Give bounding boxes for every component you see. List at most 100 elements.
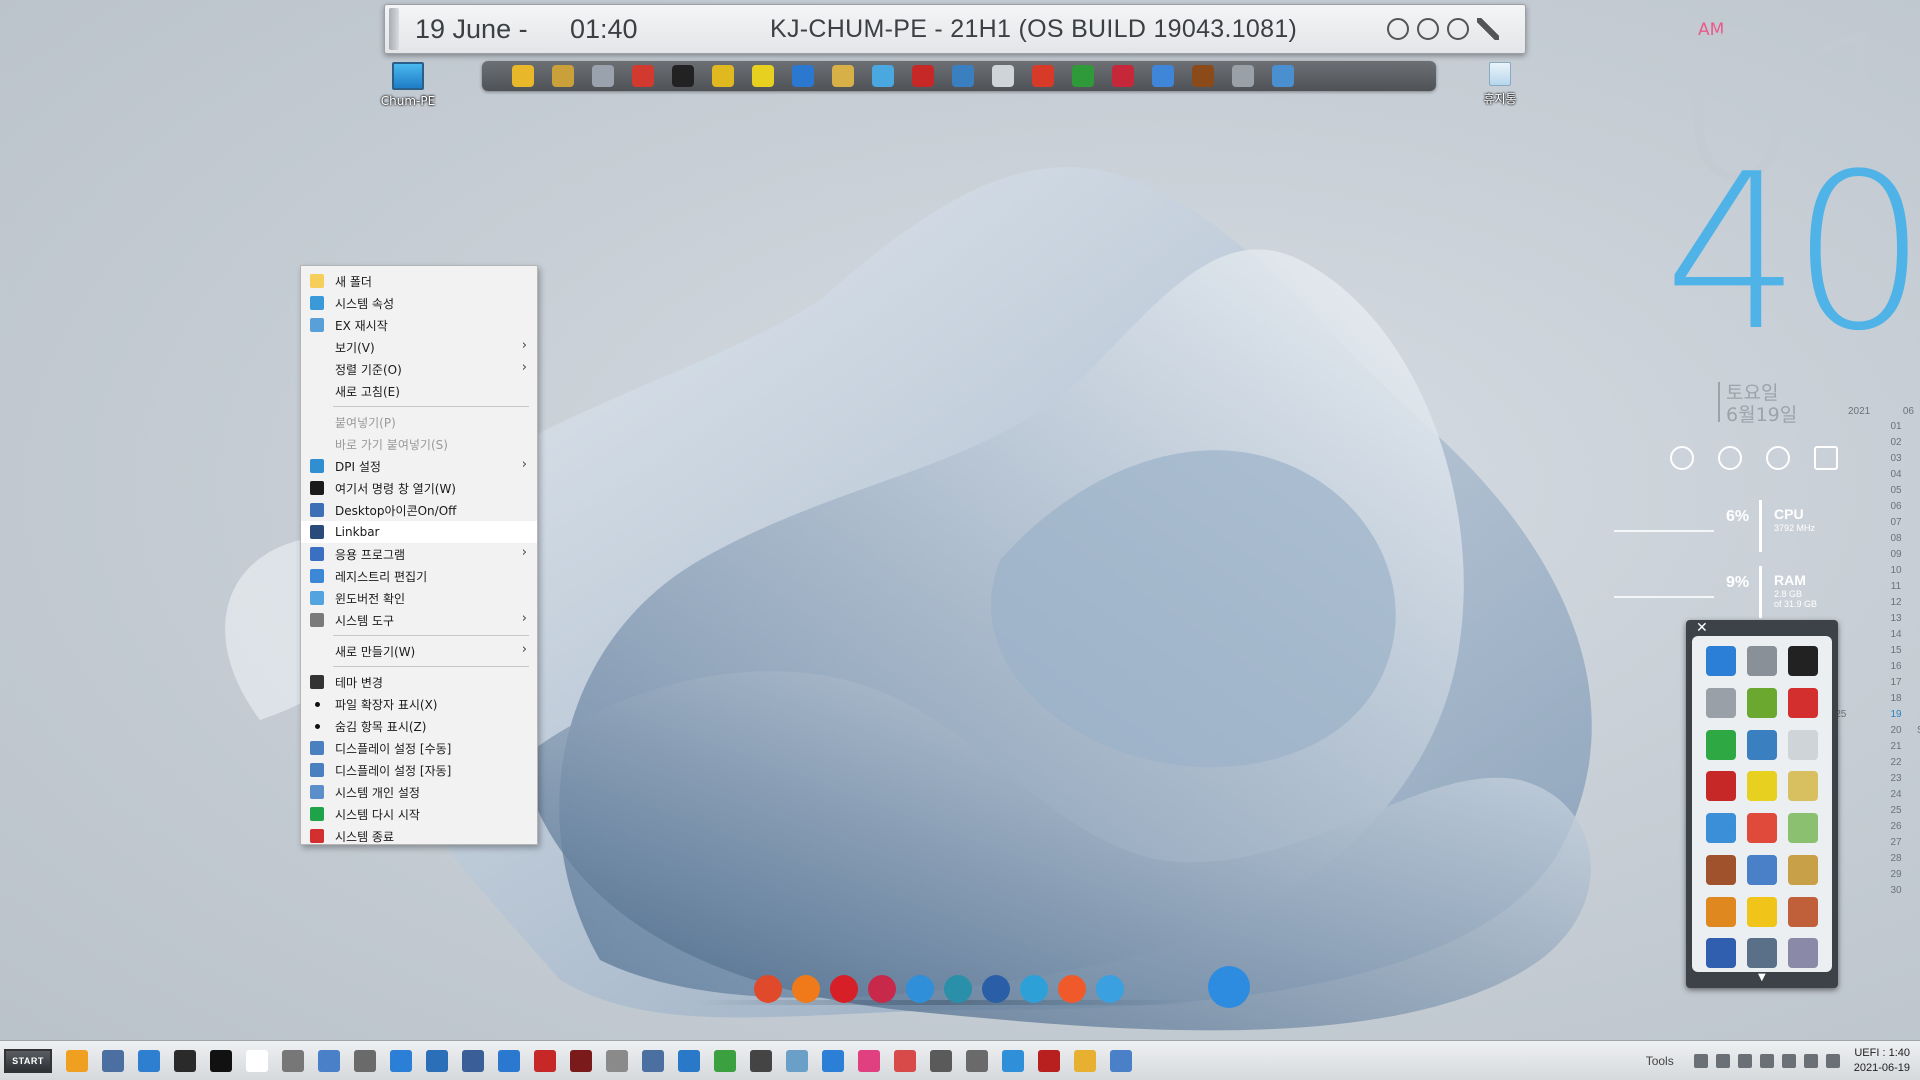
context-menu-item[interactable]: 테마 변경 [301, 671, 537, 693]
calendar-day[interactable]: 07 [1842, 517, 1920, 533]
quick-launch-app-icon[interactable] [792, 65, 814, 87]
context-menu-item[interactable]: 정렬 기준(O) › [301, 358, 537, 380]
context-menu-item[interactable]: Linkbar [301, 521, 537, 543]
info-icon[interactable] [1387, 18, 1409, 40]
taskbar-app-icon[interactable] [246, 1049, 268, 1072]
taskbar-app-icon[interactable] [390, 1049, 412, 1072]
calendar-day[interactable]: 22 [1842, 757, 1920, 773]
tray-app-icon[interactable] [1715, 1054, 1730, 1068]
quick-launch-app-icon[interactable] [1072, 65, 1094, 87]
restart-icon[interactable] [1417, 18, 1439, 40]
quick-launch-app-icon[interactable] [872, 65, 894, 87]
taskbar-app-icon[interactable] [606, 1049, 628, 1072]
tray-ime-icon[interactable] [1825, 1054, 1840, 1068]
launcher-app-icon[interactable] [1788, 938, 1818, 969]
calendar-day[interactable]: 01 [1842, 421, 1920, 437]
calendar-day[interactable]: 30 [1842, 885, 1920, 901]
launcher-app-icon[interactable] [1788, 854, 1818, 885]
calendar-day[interactable]: 25 [1842, 805, 1920, 821]
taskbar-app-icon[interactable] [66, 1049, 88, 1072]
context-menu-item[interactable]: 숨김 항목 표시(Z) [301, 715, 537, 737]
taskbar-app-icon[interactable] [138, 1049, 160, 1072]
quick-launch-app-icon[interactable] [672, 65, 694, 87]
taskbar-app-icon[interactable] [174, 1049, 196, 1072]
context-menu-item[interactable]: Desktop아이콘On/Off [301, 499, 537, 521]
calendar-day[interactable]: 20 [1842, 725, 1920, 741]
context-menu-item[interactable]: 레지스트리 편집기 [301, 565, 537, 587]
calendar-day[interactable]: 05 [1842, 485, 1920, 501]
lock-icon[interactable] [1814, 446, 1838, 470]
dock-app-icon[interactable] [1058, 975, 1086, 1003]
calendar-day[interactable]: 28 [1842, 853, 1920, 869]
tray-volume-icon[interactable] [1803, 1054, 1818, 1068]
calendar-day[interactable]: 29 [1842, 869, 1920, 885]
quick-launch-app-icon[interactable] [592, 65, 614, 87]
quick-launch-app-icon[interactable] [632, 65, 654, 87]
context-menu-item[interactable]: 새로 만들기(W) › [301, 640, 537, 662]
quick-launch-app-icon[interactable] [1152, 65, 1174, 87]
power-icon[interactable] [1670, 446, 1694, 470]
desktop-icon-recycle-bin[interactable]: 휴지통 [1460, 62, 1540, 107]
calendar-day[interactable]: 13 [1842, 613, 1920, 629]
dock-app-icon[interactable] [1096, 975, 1124, 1003]
calendar-day[interactable]: 16 [1842, 661, 1920, 677]
taskbar-app-icon[interactable] [642, 1049, 664, 1072]
calendar-day[interactable]: 23 [1842, 773, 1920, 789]
drag-grip[interactable] [389, 8, 399, 50]
taskbar-app-icon[interactable] [570, 1049, 592, 1072]
context-menu-item[interactable]: 시스템 종료 [301, 825, 537, 847]
taskbar-app-icon[interactable] [786, 1049, 808, 1072]
taskbar-app-icon[interactable] [282, 1049, 304, 1072]
context-menu-item[interactable]: 시스템 도구 › [301, 609, 537, 631]
launcher-app-icon[interactable] [1706, 938, 1736, 969]
calendar-day[interactable]: 17 [1842, 677, 1920, 693]
dock-app-icon[interactable] [830, 975, 858, 1003]
calendar-day[interactable]: 14 [1842, 629, 1920, 645]
tray-network-icon[interactable] [1693, 1054, 1708, 1068]
calendar-day[interactable]: 27 [1842, 837, 1920, 853]
calendar-day[interactable]: 02 [1842, 437, 1920, 453]
chevron-down-icon[interactable]: ▼ [1758, 972, 1766, 983]
power-icon[interactable] [1447, 18, 1469, 40]
launcher-app-icon[interactable] [1706, 771, 1736, 802]
taskbar-app-icon[interactable] [1074, 1049, 1096, 1072]
calendar-day[interactable]: 26 [1842, 821, 1920, 837]
quick-launch-app-icon[interactable] [552, 65, 574, 87]
taskbar-app-icon[interactable] [462, 1049, 484, 1072]
context-menu-item[interactable]: 새 폴더 [301, 270, 537, 292]
dock-app-icon[interactable] [982, 975, 1010, 1003]
taskbar-app-icon[interactable] [714, 1049, 736, 1072]
dock-app-icon[interactable] [906, 975, 934, 1003]
context-menu-item[interactable]: 시스템 개인 설정 [301, 781, 537, 803]
launcher-app-icon[interactable] [1747, 687, 1777, 718]
taskbar-app-icon[interactable] [678, 1049, 700, 1072]
quick-launch-app-icon[interactable] [712, 65, 734, 87]
calendar-day[interactable]: 03 [1842, 453, 1920, 469]
launcher-app-icon[interactable] [1706, 646, 1736, 676]
calendar-day[interactable]: 12 [1842, 597, 1920, 613]
launcher-app-icon[interactable] [1747, 771, 1777, 802]
launcher-app-icon[interactable] [1747, 729, 1777, 760]
dock-app-icon[interactable] [944, 975, 972, 1003]
quick-launch-app-icon[interactable] [992, 65, 1014, 87]
launcher-app-icon[interactable] [1706, 729, 1736, 760]
wrench-icon[interactable] [1477, 18, 1499, 40]
launcher-app-icon[interactable] [1747, 938, 1777, 969]
launcher-app-icon[interactable] [1788, 813, 1818, 843]
taskbar-app-icon[interactable] [966, 1049, 988, 1072]
dock-blue-circle[interactable] [1208, 966, 1250, 1008]
info-icon[interactable] [1766, 446, 1790, 470]
launcher-app-icon[interactable] [1788, 687, 1818, 718]
quick-launch-app-icon[interactable] [1032, 65, 1054, 87]
context-menu-item[interactable]: 윈도버전 확인 [301, 587, 537, 609]
tray-app-icon[interactable] [1759, 1054, 1774, 1068]
launcher-app-icon[interactable] [1788, 896, 1818, 927]
taskbar-app-icon[interactable] [318, 1049, 340, 1072]
taskbar-app-icon[interactable] [534, 1049, 556, 1072]
launcher-app-icon[interactable] [1788, 771, 1818, 802]
launcher-app-icon[interactable] [1788, 646, 1818, 676]
taskbar-app-icon[interactable] [426, 1049, 448, 1072]
context-menu-item[interactable]: 새로 고침(E) [301, 380, 537, 402]
context-menu-item[interactable]: 여기서 명령 창 열기(W) [301, 477, 537, 499]
taskbar-app-icon[interactable] [102, 1049, 124, 1072]
